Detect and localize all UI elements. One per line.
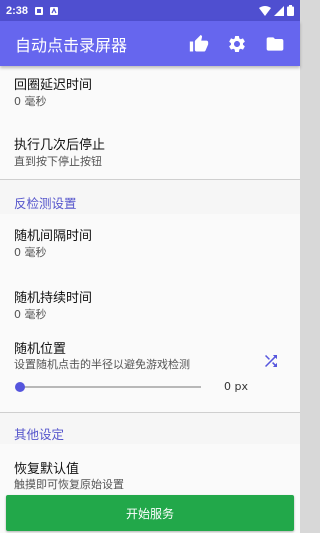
setting-repeat-stop-title[interactable]: 执行几次后停止 [14, 134, 105, 153]
anti-detect-card: 随机间隔时间 0 毫秒 随机持续时间 0 毫秒 随机位置 设置随机点击的半径以避… [0, 214, 300, 412]
random-position-slider-thumb[interactable] [15, 382, 25, 392]
notification-app-icon [35, 6, 44, 15]
random-position-value: 0 px [224, 380, 248, 393]
start-service-button[interactable]: 开始服务 [6, 495, 294, 531]
setting-loop-delay-summary: 0 毫秒 [14, 95, 47, 108]
battery-icon [287, 5, 294, 16]
setting-restore-default-summary: 触摸即可恢复原始设置 [14, 478, 124, 491]
setting-loop-delay-title[interactable]: 回圈延迟时间 [14, 74, 92, 93]
app-bar: 自动点击录屏器 [0, 21, 300, 66]
random-position-slider-track[interactable] [20, 386, 201, 388]
setting-random-duration-summary: 0 毫秒 [14, 308, 47, 321]
section-divider [0, 179, 300, 180]
setting-repeat-stop-summary: 直到按下停止按钮 [14, 155, 102, 168]
thumbs-up-icon [189, 34, 209, 51]
general-settings-card: 回圈延迟时间 0 毫秒 执行几次后停止 直到按下停止按钮 [0, 66, 300, 179]
app-title: 自动点击录屏器 [15, 35, 128, 55]
status-bar: 2:38 [0, 0, 300, 21]
section-header-anti-detect: 反检测设置 [14, 196, 77, 211]
folder-icon [266, 36, 284, 51]
setting-random-interval-summary: 0 毫秒 [14, 246, 47, 259]
start-service-label: 开始服务 [125, 506, 174, 521]
setting-random-duration-title[interactable]: 随机持续时间 [14, 287, 92, 306]
settings-button[interactable] [220, 27, 254, 61]
section-header-other: 其他设定 [14, 427, 65, 442]
thumbs-up-button[interactable] [182, 27, 216, 61]
setting-random-interval-title[interactable]: 随机间隔时间 [14, 225, 92, 244]
setting-random-position-title[interactable]: 随机位置 [14, 338, 66, 357]
status-time: 2:38 [6, 4, 29, 17]
section-divider [0, 412, 300, 413]
gear-icon [229, 35, 245, 52]
notification-text-icon [50, 6, 59, 15]
shuffle-icon[interactable] [260, 352, 282, 370]
setting-random-position-summary: 设置随机点击的半径以避免游戏检测 [14, 358, 190, 371]
settings-list[interactable]: 回圈延迟时间 0 毫秒 执行几次后停止 直到按下停止按钮 反检测设置 随机间隔时… [0, 66, 300, 533]
wifi-icon [259, 5, 271, 16]
setting-restore-default-title[interactable]: 恢复默认值 [14, 458, 79, 477]
signal-icon [274, 5, 284, 16]
folder-button[interactable] [258, 27, 292, 61]
